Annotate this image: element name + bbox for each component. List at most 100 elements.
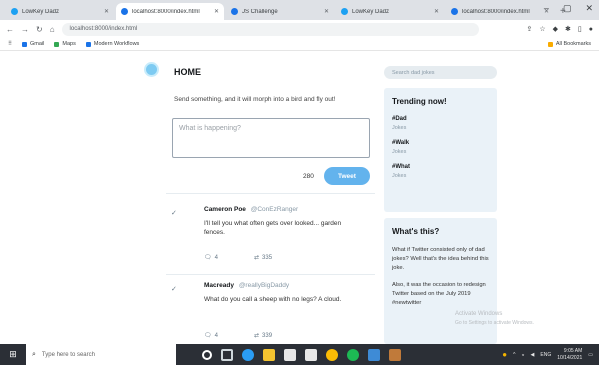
- divider: [166, 193, 375, 194]
- back-icon[interactable]: ←: [6, 25, 14, 34]
- task-view-icon[interactable]: [221, 348, 233, 361]
- folder-icon: [547, 41, 553, 47]
- divider: [166, 274, 375, 275]
- browser-tab-bar: LowKey Dadz ✕ localhost:8000/index.html …: [0, 0, 599, 20]
- chrome-icon[interactable]: [326, 348, 338, 361]
- file-explorer-icon[interactable]: [263, 348, 275, 361]
- close-icon[interactable]: ✕: [214, 8, 219, 15]
- tweet-text: I'll tell you what often gets over looke…: [204, 220, 342, 236]
- trend-tag: #What: [392, 164, 410, 170]
- trend-subtitle: Jokes: [392, 173, 407, 179]
- tweet-handle[interactable]: @ConEzRanger: [251, 206, 298, 213]
- url-field[interactable]: localhost:8000/index.html: [61, 22, 480, 36]
- mail-icon[interactable]: [305, 348, 317, 361]
- search-icon: ⌕: [32, 350, 36, 358]
- store-icon[interactable]: [284, 348, 296, 361]
- close-icon[interactable]: ✕: [434, 8, 439, 15]
- reload-icon[interactable]: ↻: [36, 25, 43, 34]
- taskbar-search-placeholder: Type here to search: [41, 351, 95, 358]
- taskbar-search[interactable]: ⌕ Type here to search: [26, 344, 176, 365]
- tab-label: localhost:8000/index.html: [462, 8, 530, 15]
- volume-icon[interactable]: ◀: [531, 352, 535, 358]
- browser-tab[interactable]: LowKey Dadz ✕: [6, 3, 114, 20]
- bookmark-label: Gmail: [30, 41, 45, 47]
- star-icon[interactable]: ☆: [539, 25, 545, 33]
- app-logo[interactable]: [144, 62, 159, 77]
- bookmark-item[interactable]: Gmail: [22, 41, 44, 47]
- reply-icon: 🗨: [204, 255, 212, 261]
- forward-icon[interactable]: →: [21, 25, 29, 34]
- home-icon[interactable]: ⌂: [50, 25, 55, 34]
- twitter-favicon-icon: [341, 8, 348, 15]
- network-icon[interactable]: ◒: [522, 352, 525, 358]
- close-icon[interactable]: ✕: [104, 8, 109, 15]
- bookmark-icon: [22, 41, 28, 47]
- tab-label: LowKey Dadz: [22, 8, 60, 15]
- bookmarks-bar: ⠿ Gmail Maps Modern Workflows All Bookma…: [0, 38, 599, 51]
- close-icon[interactable]: ✕: [324, 8, 329, 15]
- retweet-count: 335: [262, 254, 273, 261]
- tweet-handle[interactable]: @reallyBigDaddy: [239, 282, 289, 289]
- windows-start-icon[interactable]: ⊞: [0, 344, 26, 365]
- sidebar-icon[interactable]: ▯: [578, 25, 582, 33]
- trend-item[interactable]: #What Jokes: [392, 164, 489, 179]
- trend-item[interactable]: #Walk Jokes: [392, 140, 489, 155]
- bookmark-icon: [54, 41, 60, 47]
- share-icon[interactable]: ⇪: [526, 25, 532, 33]
- about-title: What's this?: [392, 227, 440, 236]
- bookmark-item[interactable]: Modern Workflows: [85, 41, 139, 47]
- browser-tab-active[interactable]: localhost:8000/index.html ✕: [116, 3, 224, 20]
- browser-tab[interactable]: localhost:8000/index.html ✕: [446, 3, 554, 20]
- search-input[interactable]: Search dad jokes: [384, 66, 497, 79]
- compose-input[interactable]: What is happening?: [172, 118, 370, 158]
- bookmark-item[interactable]: Maps: [54, 41, 76, 47]
- weather-icon[interactable]: ●: [502, 350, 507, 359]
- reply-action[interactable]: 🗨 4: [204, 332, 218, 340]
- language-icon[interactable]: ENG: [540, 352, 551, 358]
- bookmark-icon: [85, 41, 91, 47]
- page-favicon-icon: [121, 8, 128, 15]
- extension-icon[interactable]: ◆: [553, 25, 558, 33]
- trending-panel: Trending now! #Dad Jokes #Walk Jokes #Wh…: [384, 88, 497, 212]
- address-bar: ← → ↻ ⌂ localhost:8000/index.html ⇪ ☆ ◆ …: [0, 20, 599, 38]
- photos-icon[interactable]: [389, 348, 401, 361]
- apps-icon[interactable]: ⠿: [8, 41, 12, 47]
- system-tray: ● ^ ◒ ◀ ENG 9:05 AM 10/14/2021 ▭: [502, 348, 599, 362]
- retweet-icon: ⇄: [254, 333, 260, 339]
- reply-action[interactable]: 🗨 4: [204, 254, 218, 262]
- retweet-action[interactable]: ⇄ 339: [254, 332, 272, 340]
- extensions-puzzle-icon[interactable]: ✱: [565, 25, 571, 33]
- clock-time: 9:05 AM: [563, 347, 583, 354]
- maximize-icon[interactable]: ▢: [563, 3, 572, 14]
- vscode-icon[interactable]: [368, 348, 380, 361]
- check-icon: ✓: [171, 286, 177, 293]
- watermark-title: Activate Windows: [455, 311, 503, 317]
- tweet-button[interactable]: Tweet: [324, 167, 370, 185]
- spotify-icon[interactable]: [347, 348, 359, 361]
- character-counter: 280: [303, 173, 314, 180]
- browser-tab[interactable]: JS Challenge ✕: [226, 3, 334, 20]
- minimize-icon[interactable]: –: [544, 3, 549, 14]
- activate-windows-watermark: Activate Windows Go to Settings to activ…: [455, 310, 534, 328]
- tab-label: localhost:8000/index.html: [132, 8, 200, 15]
- twitter-favicon-icon: [11, 8, 18, 15]
- trend-item[interactable]: #Dad Jokes: [392, 116, 489, 131]
- tweet-author[interactable]: Cameron Poe: [204, 206, 246, 213]
- watermark-subtitle: Go to Settings to activate Windows.: [455, 320, 534, 326]
- profile-icon[interactable]: ●: [589, 26, 593, 33]
- tweet-item: ✓ Cameron Poe @ConEzRanger I'll tell you…: [166, 206, 375, 276]
- bookmark-label: Maps: [62, 41, 76, 47]
- clock[interactable]: 9:05 AM 10/14/2021: [557, 348, 582, 362]
- edge-icon[interactable]: [242, 348, 254, 361]
- tweet-author[interactable]: Macready: [204, 282, 234, 289]
- window-controls: – ▢ ✕: [544, 3, 593, 14]
- browser-tab[interactable]: LowKey Dadz ✕: [336, 3, 444, 20]
- all-bookmarks[interactable]: All Bookmarks: [547, 41, 591, 47]
- retweet-action[interactable]: ⇄ 335: [254, 254, 273, 262]
- close-window-icon[interactable]: ✕: [585, 3, 593, 14]
- bookmark-label: All Bookmarks: [555, 41, 591, 47]
- page-title: HOME: [174, 67, 201, 77]
- tray-chevron-icon[interactable]: ^: [513, 352, 515, 358]
- cortana-icon[interactable]: [202, 349, 212, 360]
- notifications-icon[interactable]: ▭: [588, 352, 593, 358]
